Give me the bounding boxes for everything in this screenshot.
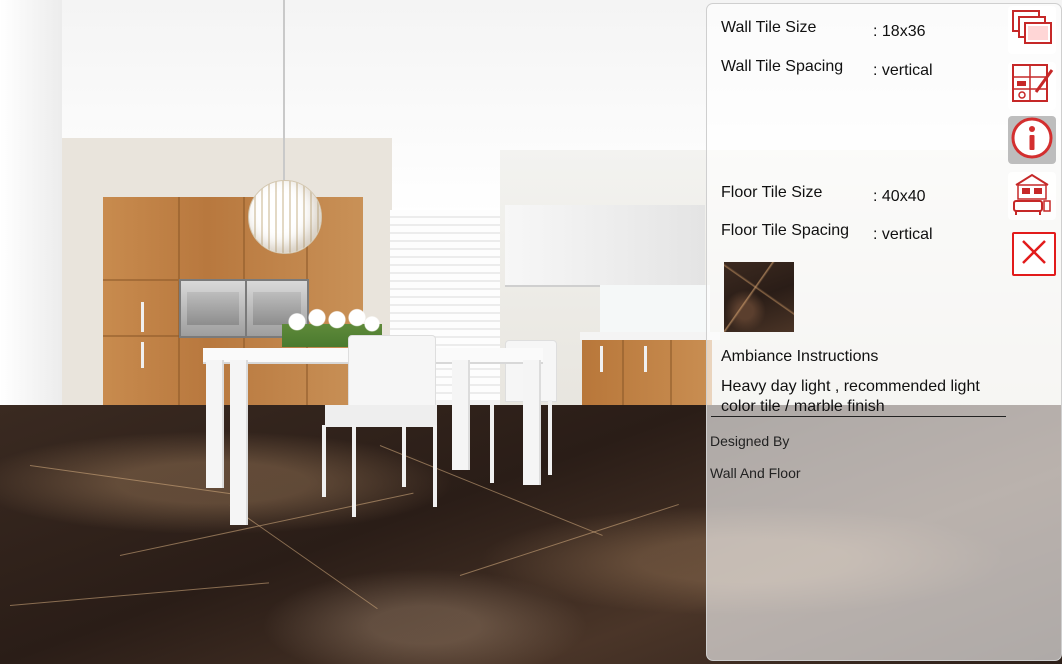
room-scene-icon: [1010, 171, 1054, 221]
wall-tile-spacing-value: : vertical: [873, 62, 933, 79]
designed-by-value: Wall And Floor: [710, 465, 801, 481]
info-icon: [1010, 116, 1054, 164]
pendant-lamp: [248, 180, 322, 254]
tile-layout-edit-icon: [1010, 62, 1054, 110]
chair-seat-front: [325, 405, 437, 427]
kitchen-counter: [580, 332, 720, 340]
wall-tile-size-value: : 18x36: [873, 23, 926, 40]
designed-by-label: Designed By: [710, 433, 790, 449]
close-button[interactable]: [1012, 232, 1056, 276]
oven-left: [179, 279, 247, 338]
floor-tile-spacing-label: Floor Tile Spacing: [721, 222, 850, 239]
table-leg: [230, 360, 248, 525]
backsplash: [600, 285, 710, 335]
upper-cabinets: [505, 205, 705, 287]
info-button[interactable]: [1008, 116, 1056, 164]
tile-layout-edit-button[interactable]: [1008, 62, 1056, 110]
divider: [711, 416, 1006, 417]
table-leg: [452, 360, 470, 470]
floor-tile-size-value: : 40x40: [873, 188, 926, 205]
pendant-cord: [283, 0, 285, 182]
ambiance-text: Heavy day light , recommended light colo…: [721, 378, 980, 415]
table-leg: [523, 360, 541, 485]
wall-tile-size-label: Wall Tile Size: [721, 19, 817, 36]
floor-tile-spacing-value: : vertical: [873, 226, 933, 243]
table-leg: [206, 360, 224, 488]
floor-tile-swatch[interactable]: [724, 262, 794, 332]
wall-tile-spacing-label: Wall Tile Spacing: [721, 58, 844, 75]
close-icon: [1019, 237, 1049, 271]
tile-layers-icon: [1010, 8, 1054, 52]
floor-tile-size-label: Floor Tile Size: [721, 184, 823, 201]
room-scene-button[interactable]: [1008, 172, 1056, 220]
tile-layers-button[interactable]: [1008, 6, 1056, 54]
ambiance-heading: Ambiance Instructions: [721, 348, 879, 365]
